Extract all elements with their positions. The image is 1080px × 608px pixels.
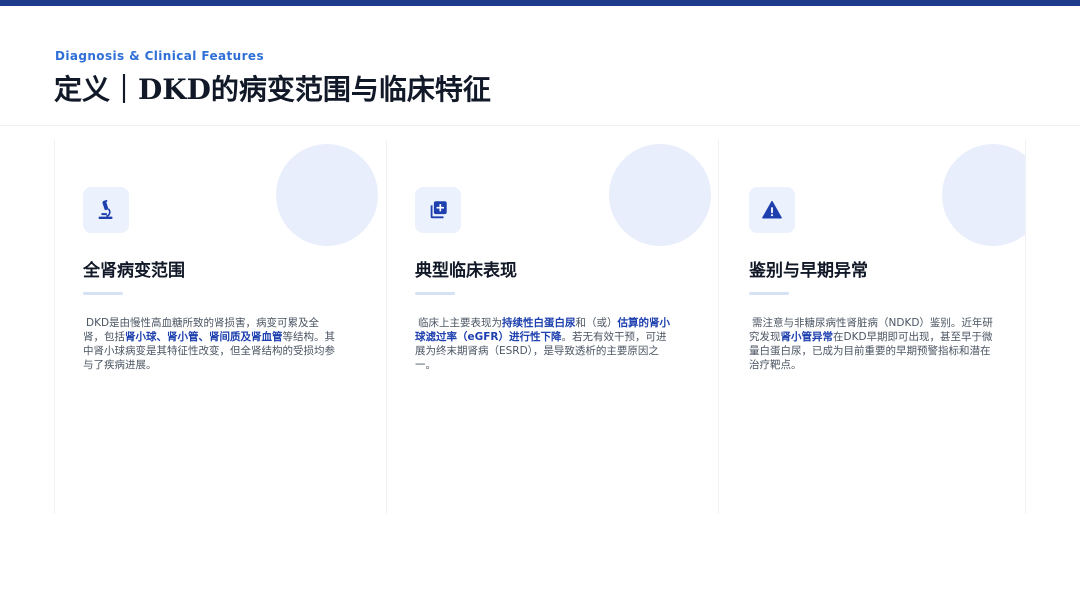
card-differential-early-abnormalities: 鉴别与早期异常 需注意与非糖尿病性肾脏病（NDKD）鉴别。近年研究发现肾小管异常… <box>718 140 1026 514</box>
card-title: 典型临床表现 <box>415 261 517 281</box>
decorative-circle <box>609 144 711 246</box>
card-description: 临床上主要表现为持续性白蛋白尿和（或）估算的肾小球滤过率（eGFR）进行性下降。… <box>415 317 670 371</box>
microscope-icon <box>83 187 129 233</box>
card-description: DKD是由慢性高血糖所致的肾损害，病变可累及全肾，包括肾小球、肾小管、肾间质及肾… <box>83 317 335 371</box>
title-divider <box>415 292 455 295</box>
card-clinical-manifestations: 典型临床表现 临床上主要表现为持续性白蛋白尿和（或）估算的肾小球滤过率（eGFR… <box>386 140 720 514</box>
add-document-icon <box>415 187 461 233</box>
card-renal-lesion-scope: 全肾病变范围 DKD是由慢性高血糖所致的肾损害，病变可累及全肾，包括肾小球、肾小… <box>54 140 388 514</box>
highlight-text: 肾小管异常 <box>780 331 834 343</box>
decorative-circle <box>276 144 378 246</box>
highlight-text: 肾小球、肾小管、肾间质及肾血管 <box>125 331 283 343</box>
feature-cards: 全肾病变范围 DKD是由慢性高血糖所致的肾损害，病变可累及全肾，包括肾小球、肾小… <box>54 140 1026 514</box>
card-title: 全肾病变范围 <box>83 261 185 281</box>
page-header: Diagnosis & Clinical Features 定义｜DKD的病变范… <box>0 6 1080 126</box>
card-description: 需注意与非糖尿病性肾脏病（NDKD）鉴别。近年研究发现肾小管异常在DKD早期即可… <box>749 317 993 371</box>
warning-icon <box>749 187 795 233</box>
section-kicker: Diagnosis & Clinical Features <box>55 49 264 63</box>
title-divider <box>83 292 123 295</box>
highlight-text: 持续性白蛋白尿 <box>502 317 576 329</box>
decorative-circle <box>942 144 1025 246</box>
title-divider <box>749 292 789 295</box>
card-title: 鉴别与早期异常 <box>749 261 868 281</box>
page-title: 定义｜DKD的病变范围与临床特征 <box>54 73 491 106</box>
